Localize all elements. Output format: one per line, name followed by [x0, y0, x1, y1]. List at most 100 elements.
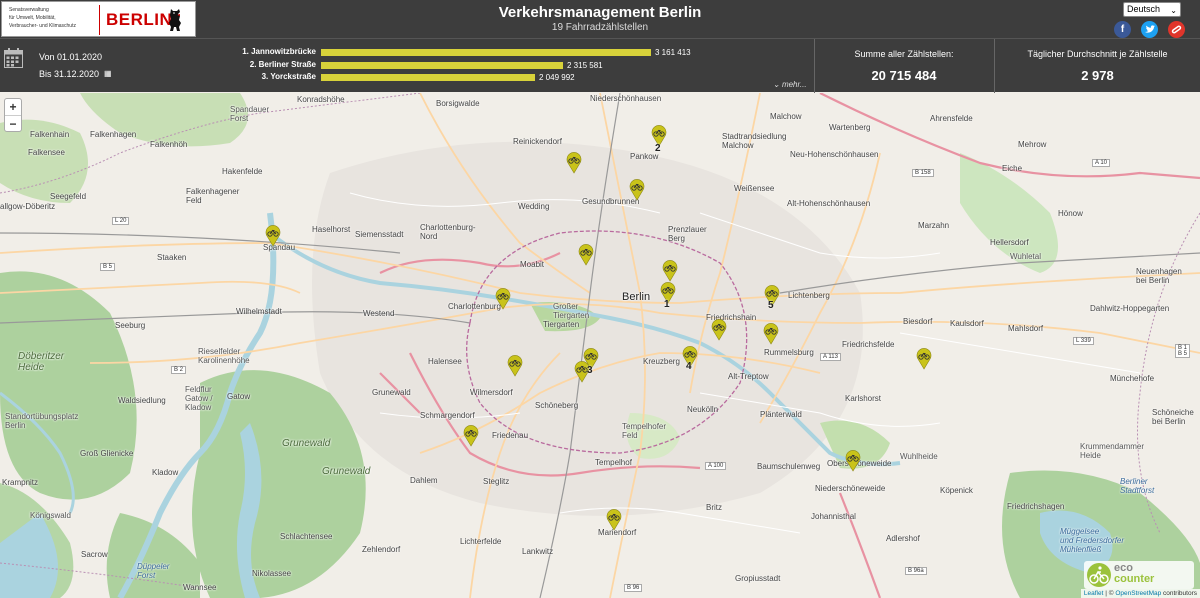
- facebook-share-icon[interactable]: f: [1114, 21, 1131, 38]
- ranking-row[interactable]: 3. Yorckstraße 2 049 992: [0, 72, 800, 83]
- counter-marker-icon[interactable]: [566, 152, 582, 174]
- place-label: Haselhorst: [312, 225, 351, 234]
- counter-marker-icon[interactable]: [507, 355, 523, 377]
- counter-marker-icon[interactable]: [495, 288, 511, 310]
- place-label: Friedrichsfelde: [842, 340, 895, 349]
- place-label: Seeburg: [115, 321, 146, 330]
- place-label: Ahrensfelde: [930, 114, 973, 123]
- berlin-bear-icon: [169, 9, 181, 31]
- senate-logo[interactable]: Senatsverwaltung für Umwelt, Mobilität, …: [1, 1, 196, 37]
- place-label: Malchow: [770, 112, 802, 121]
- place-label: Großer Tiergarten: [553, 302, 590, 320]
- place-label: Krummendammer Heide: [1080, 442, 1145, 460]
- map[interactable]: + − Berlin Falkensee Falkenhain Falkenhagen…: [0, 93, 1200, 598]
- zoom-out-button[interactable]: −: [5, 115, 21, 131]
- marker-rank-label: 5: [768, 300, 774, 311]
- email-share-icon[interactable]: [1168, 21, 1185, 38]
- logo-berlin-word: BERLIN: [106, 10, 173, 29]
- zoom-control: + −: [4, 98, 22, 132]
- more-link[interactable]: ⌄ mehr...: [773, 80, 807, 89]
- counter-marker-icon[interactable]: [265, 225, 281, 247]
- logo-line-1: Senatsverwaltung: [9, 7, 49, 13]
- place-label: Nikolassee: [252, 569, 292, 578]
- place-label: Alt-Treptow: [728, 372, 769, 381]
- twitter-bird-icon: [1145, 25, 1155, 33]
- place-label: Krampnitz: [2, 478, 39, 487]
- place-label: Berlin: [622, 291, 651, 303]
- counter-marker-icon[interactable]: [578, 244, 594, 266]
- counter-marker-icon[interactable]: [845, 450, 861, 472]
- counter-marker-icon[interactable]: [606, 509, 622, 531]
- counter-marker-icon[interactable]: [916, 348, 932, 370]
- ranking-row[interactable]: 2. Berliner Straße 2 315 581: [0, 60, 800, 71]
- leaflet-link[interactable]: Leaflet: [1084, 590, 1104, 597]
- counter-marker-icon[interactable]: [629, 179, 645, 201]
- place-label: Wilhelmstadt: [236, 307, 282, 316]
- place-label: Adlershof: [886, 534, 920, 543]
- osm-link[interactable]: OpenStreetMap: [1115, 590, 1161, 597]
- road-number-label: L 339: [1073, 337, 1094, 345]
- place-label: Zehlendorf: [362, 545, 401, 554]
- place-label: Konradshöhe: [297, 95, 345, 104]
- place-label: Grunewald: [372, 388, 411, 397]
- counter-marker-icon[interactable]: [711, 319, 727, 341]
- daily-average-value: 2 978: [1081, 68, 1114, 83]
- marker-rank-label: 4: [686, 361, 692, 372]
- place-label: Standortübungsplatz Berlin: [5, 412, 79, 430]
- counter-marker-icon[interactable]: [662, 260, 678, 282]
- place-label: Westend: [363, 309, 395, 318]
- twitter-share-icon[interactable]: [1141, 21, 1158, 38]
- place-label: Lankwitz: [522, 547, 554, 556]
- counter-word: counter: [1114, 573, 1155, 585]
- place-label: Karlshorst: [845, 394, 882, 403]
- place-label: Falkenhagen: [90, 130, 137, 139]
- more-link-label: mehr...: [781, 80, 807, 89]
- marker-rank-label: 1: [664, 299, 670, 310]
- place-label: Borsigwalde: [436, 99, 480, 108]
- place-label: Halensee: [428, 357, 462, 366]
- place-label: allgow-Döberitz: [0, 202, 56, 211]
- road-number-label: A 113: [820, 353, 841, 361]
- road-number-label: B 158: [912, 169, 934, 177]
- place-label: Siemensstadt: [355, 230, 404, 239]
- ranking-row[interactable]: 1. Jannowitzbrücke 3 161 413: [0, 47, 800, 58]
- ranking-label: 3. Yorckstraße: [261, 72, 316, 81]
- place-label: Tiergarten: [543, 320, 580, 329]
- place-label: Grunewald: [322, 466, 371, 477]
- place-label: Moabit: [520, 260, 545, 269]
- place-label: Müggelsee und Fredersdorfer Mühlenfließ: [1060, 527, 1125, 554]
- header: Senatsverwaltung für Umwelt, Mobilität, …: [0, 0, 1200, 38]
- marker-rank-label: 3: [587, 365, 593, 376]
- zoom-in-button[interactable]: +: [5, 99, 21, 115]
- road-number-label: B 2: [171, 366, 187, 374]
- place-label: Groß Glienicke: [80, 449, 134, 458]
- place-label: Mehrow: [1018, 140, 1047, 149]
- language-selected-value: Deutsch: [1127, 4, 1161, 14]
- place-label: Charlottenburg- Nord: [420, 223, 476, 241]
- total-label: Summe aller Zählstellen:: [854, 49, 954, 59]
- counter-marker-icon[interactable]: [763, 323, 779, 345]
- place-label: Feldflur Gatow / Kladow: [185, 385, 213, 412]
- ranking-value: 3 161 413: [655, 48, 691, 57]
- place-label: Prenzlauer Berg: [668, 225, 707, 243]
- eco-counter-logo[interactable]: eco counter: [1084, 561, 1194, 589]
- chevron-down-icon: ⌄: [1170, 6, 1177, 15]
- place-label: Neu-Hohenschönhausen: [790, 150, 879, 159]
- place-label: Gropiusstadt: [735, 574, 781, 583]
- place-label: Plänterwald: [760, 410, 802, 419]
- ranking-bar: [321, 62, 563, 69]
- road-number-label: A 10: [1092, 159, 1111, 167]
- place-label: Eiche: [1002, 164, 1023, 173]
- place-label: Waldsiedlung: [118, 396, 166, 405]
- road-number-label: B 1 B 5: [1175, 344, 1191, 358]
- divider: [814, 39, 815, 93]
- counter-marker-icon[interactable]: [463, 425, 479, 447]
- marker-rank-label: 2: [655, 143, 661, 154]
- map-attribution: Leaflet | © OpenStreetMap contributors: [1080, 589, 1200, 598]
- road-number-label: B 5: [100, 263, 116, 271]
- attribution-separator: | ©: [1103, 590, 1116, 597]
- place-label: Lichtenberg: [788, 291, 830, 300]
- language-select[interactable]: Deutsch ⌄: [1123, 2, 1181, 17]
- place-label: Wannsee: [183, 583, 217, 592]
- road-number-label: A 100: [705, 462, 727, 470]
